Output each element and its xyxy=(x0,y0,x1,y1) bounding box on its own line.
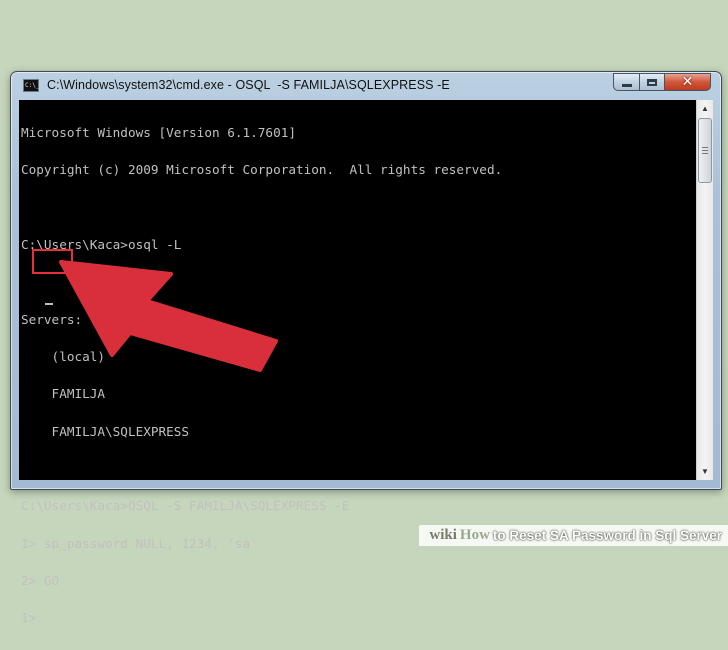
article-title: to Reset SA Password in Sql Server xyxy=(492,528,722,543)
console-line: 2> GO xyxy=(21,573,60,589)
wikihow-logo-how: How xyxy=(459,527,490,543)
console-line: 1> xyxy=(21,610,44,626)
wikihow-logo-wiki: wiki xyxy=(429,527,457,543)
caption-bar: wiki How to Reset SA Password in Sql Serv… xyxy=(419,525,728,546)
arrow-pointer-icon xyxy=(59,260,278,372)
